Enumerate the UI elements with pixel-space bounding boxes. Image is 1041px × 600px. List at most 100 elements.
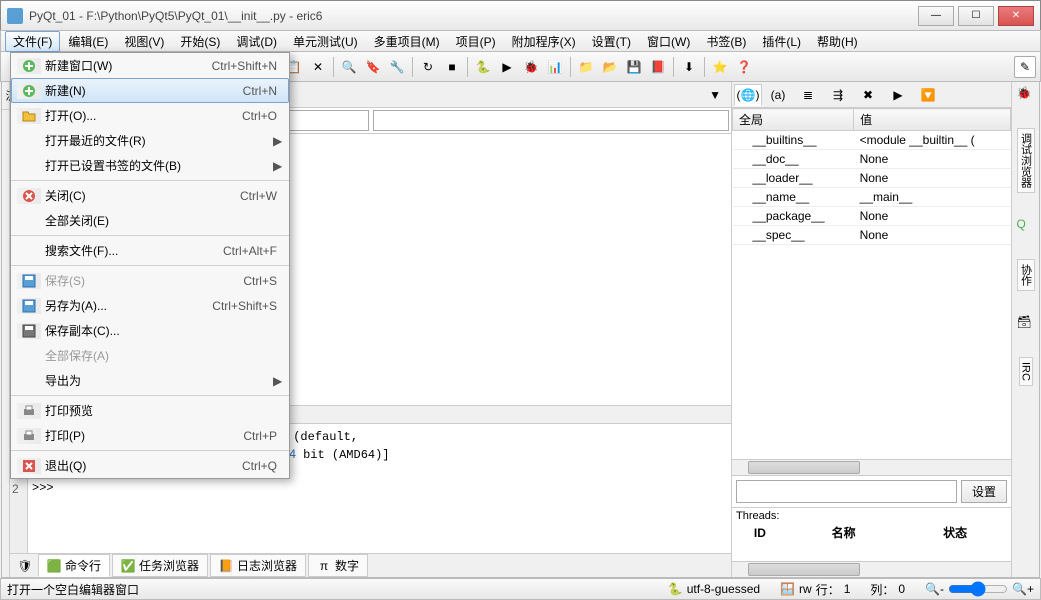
var-header-value[interactable]: 值 — [854, 109, 1011, 131]
file-menu-item[interactable]: 保存副本(C)... — [11, 318, 289, 343]
debug-tab-locals[interactable]: (a) — [764, 84, 792, 106]
menu-item-label: 打印(P) — [41, 427, 243, 444]
submenu-arrow-icon: ▶ — [273, 374, 283, 388]
sidebar-item-irc[interactable]: IRC — [1019, 357, 1033, 386]
bottom-tabs: 🛡 🟩命令行 ✅任务浏览器 📙日志浏览器 π数字 — [10, 553, 731, 577]
file-menu-item[interactable]: 另存为(A)...Ctrl+Shift+S — [11, 293, 289, 318]
menu-extras[interactable]: 附加程序(X) — [504, 31, 584, 52]
file-menu-item[interactable]: 打开已设置书签的文件(B)▶ — [11, 153, 289, 178]
table-row[interactable]: __spec__None — [733, 226, 1011, 245]
bottom-tab-numbers[interactable]: π数字 — [308, 554, 368, 577]
debug-toolbtn[interactable]: 🐞 — [520, 56, 542, 78]
print-icon — [17, 403, 41, 419]
python-toolbtn[interactable]: 🐍 — [472, 56, 494, 78]
proj-add-toolbtn[interactable]: 📁 — [575, 56, 597, 78]
filter-input[interactable] — [736, 480, 957, 503]
debug-panel: (🌐) (a) ≣ ⇶ ✖ ▶ 🔽 全局值 __builtins__<modul… — [731, 82, 1011, 577]
bottom-tab-log[interactable]: 📙日志浏览器 — [210, 554, 306, 577]
menu-view[interactable]: 视图(V) — [116, 31, 172, 52]
profile-toolbtn[interactable]: 📊 — [544, 56, 566, 78]
file-menu-item[interactable]: 打印(P)Ctrl+P — [11, 423, 289, 448]
bottom-tab-shield-icon[interactable]: 🛡 — [14, 555, 36, 577]
sidebar-item-coop[interactable]: 协作 — [1017, 259, 1035, 291]
minimize-button[interactable]: — — [918, 6, 954, 26]
menu-edit[interactable]: 编辑(E) — [60, 31, 116, 52]
table-row[interactable]: __doc__None — [733, 150, 1011, 169]
db-icon[interactable]: 🗃 — [1017, 315, 1035, 333]
file-menu-item[interactable]: 退出(Q)Ctrl+Q — [11, 453, 289, 478]
file-menu-item[interactable]: 打开(O)...Ctrl+O — [11, 103, 289, 128]
pencil-toolbtn[interactable]: ✎ — [1014, 56, 1036, 78]
debug-tab-4[interactable]: ⇶ — [824, 84, 852, 106]
bookmark-toolbtn[interactable]: 🔖 — [362, 56, 384, 78]
col-number: 0 — [898, 582, 905, 596]
table-row[interactable]: __name____main__ — [733, 188, 1011, 207]
file-menu-item[interactable]: 打印预览 — [11, 398, 289, 423]
file-menu-item[interactable]: 全部保存(A) — [11, 343, 289, 368]
zoom-in-icon[interactable]: 🔍+ — [1012, 582, 1034, 596]
threads-col-state[interactable]: 状态 — [899, 524, 1011, 541]
var-header-name[interactable]: 全局 — [733, 109, 854, 131]
file-menu-item[interactable]: 关闭(C)Ctrl+W — [11, 183, 289, 208]
delete-toolbtn[interactable]: ✕ — [307, 56, 329, 78]
function-dropdown[interactable] — [373, 110, 730, 131]
menu-multiproj[interactable]: 多重项目(M) — [366, 31, 448, 52]
file-menu-item[interactable]: 新建(N)Ctrl+N — [11, 78, 289, 103]
menu-file[interactable]: 文件(F) — [5, 31, 60, 52]
debug-tab-close[interactable]: ✖ — [854, 84, 882, 106]
proj-save-toolbtn[interactable]: 💾 — [623, 56, 645, 78]
star-toolbtn[interactable]: ⭐ — [709, 56, 731, 78]
menu-help[interactable]: 帮助(H) — [809, 31, 866, 52]
file-menu-item[interactable]: 新建窗口(W)Ctrl+Shift+N — [11, 53, 289, 78]
vars-scrollbar[interactable] — [732, 459, 1011, 475]
menu-start[interactable]: 开始(S) — [172, 31, 228, 52]
file-menu-item[interactable]: 保存(S)Ctrl+S — [11, 268, 289, 293]
bottom-tab-terminal[interactable]: 🟩命令行 — [38, 554, 110, 577]
bottom-tab-tasks[interactable]: ✅任务浏览器 — [112, 554, 208, 577]
menu-window[interactable]: 窗口(W) — [639, 31, 698, 52]
stop-toolbtn[interactable]: ■ — [441, 56, 463, 78]
qt-icon[interactable]: Q — [1017, 217, 1035, 235]
sidebar-item-debugviewer[interactable]: 调试浏览器 — [1017, 128, 1035, 193]
menu-item-shortcut: Ctrl+S — [243, 274, 283, 288]
zoom-out-icon[interactable]: 🔍- — [925, 582, 944, 596]
run-toolbtn[interactable]: ▶ — [496, 56, 518, 78]
table-row[interactable]: __loader__None — [733, 169, 1011, 188]
menu-settings[interactable]: 设置(T) — [584, 31, 639, 52]
zoom-slider[interactable] — [948, 581, 1008, 597]
menu-project[interactable]: 项目(P) — [448, 31, 504, 52]
proj-close-toolbtn[interactable]: 📕 — [647, 56, 669, 78]
menu-item-label: 退出(Q) — [41, 457, 242, 474]
statusbar: 打开一个空白编辑器窗口 🐍utf-8-guessed 🪟rw 行： 1 列： 0… — [0, 578, 1041, 600]
menu-plugins[interactable]: 插件(L) — [754, 31, 809, 52]
menu-unittest[interactable]: 单元测试(U) — [285, 31, 366, 52]
debug-tab-globals[interactable]: (🌐) — [734, 84, 762, 106]
download-toolbtn[interactable]: ⬇ — [678, 56, 700, 78]
line-number: 1 — [844, 582, 851, 596]
proj-open-toolbtn[interactable]: 📂 — [599, 56, 621, 78]
setting-button[interactable]: 设置 — [961, 480, 1007, 503]
bug-icon[interactable]: 🐞 — [1017, 86, 1035, 104]
maximize-button[interactable]: ☐ — [958, 6, 994, 26]
menu-bookmarks[interactable]: 书签(B) — [698, 31, 754, 52]
debug-tab-6[interactable]: ▶ — [884, 84, 912, 106]
debug-tab-3[interactable]: ≣ — [794, 84, 822, 106]
threads-col-name[interactable]: 名称 — [788, 524, 900, 541]
threads-scrollbar[interactable] — [732, 561, 1011, 577]
table-row[interactable]: __package__None — [733, 207, 1011, 226]
refresh-toolbtn[interactable]: ↻ — [417, 56, 439, 78]
file-menu-item[interactable]: 打开最近的文件(R)▶ — [11, 128, 289, 153]
menu-debug[interactable]: 调试(D) — [228, 31, 285, 52]
tab-dropdown-icon[interactable]: ▼ — [703, 88, 727, 102]
table-row[interactable]: __builtins__<module __builtin__ ( — [733, 131, 1011, 150]
debug-tab-filter[interactable]: 🔽 — [914, 84, 942, 106]
close-window-button[interactable]: ✕ — [998, 6, 1034, 26]
window-title: PyQt_01 - F:\Python\PyQt5\PyQt_01\__init… — [29, 9, 918, 23]
file-menu-item[interactable]: 导出为▶ — [11, 368, 289, 393]
search-toolbtn[interactable]: 🔍 — [338, 56, 360, 78]
whatsthis-toolbtn[interactable]: ❓ — [733, 56, 755, 78]
file-menu-item[interactable]: 搜索文件(F)...Ctrl+Alt+F — [11, 238, 289, 263]
file-menu-item[interactable]: 全部关闭(E) — [11, 208, 289, 233]
threads-col-id[interactable]: ID — [732, 524, 788, 541]
tools-toolbtn[interactable]: 🔧 — [386, 56, 408, 78]
